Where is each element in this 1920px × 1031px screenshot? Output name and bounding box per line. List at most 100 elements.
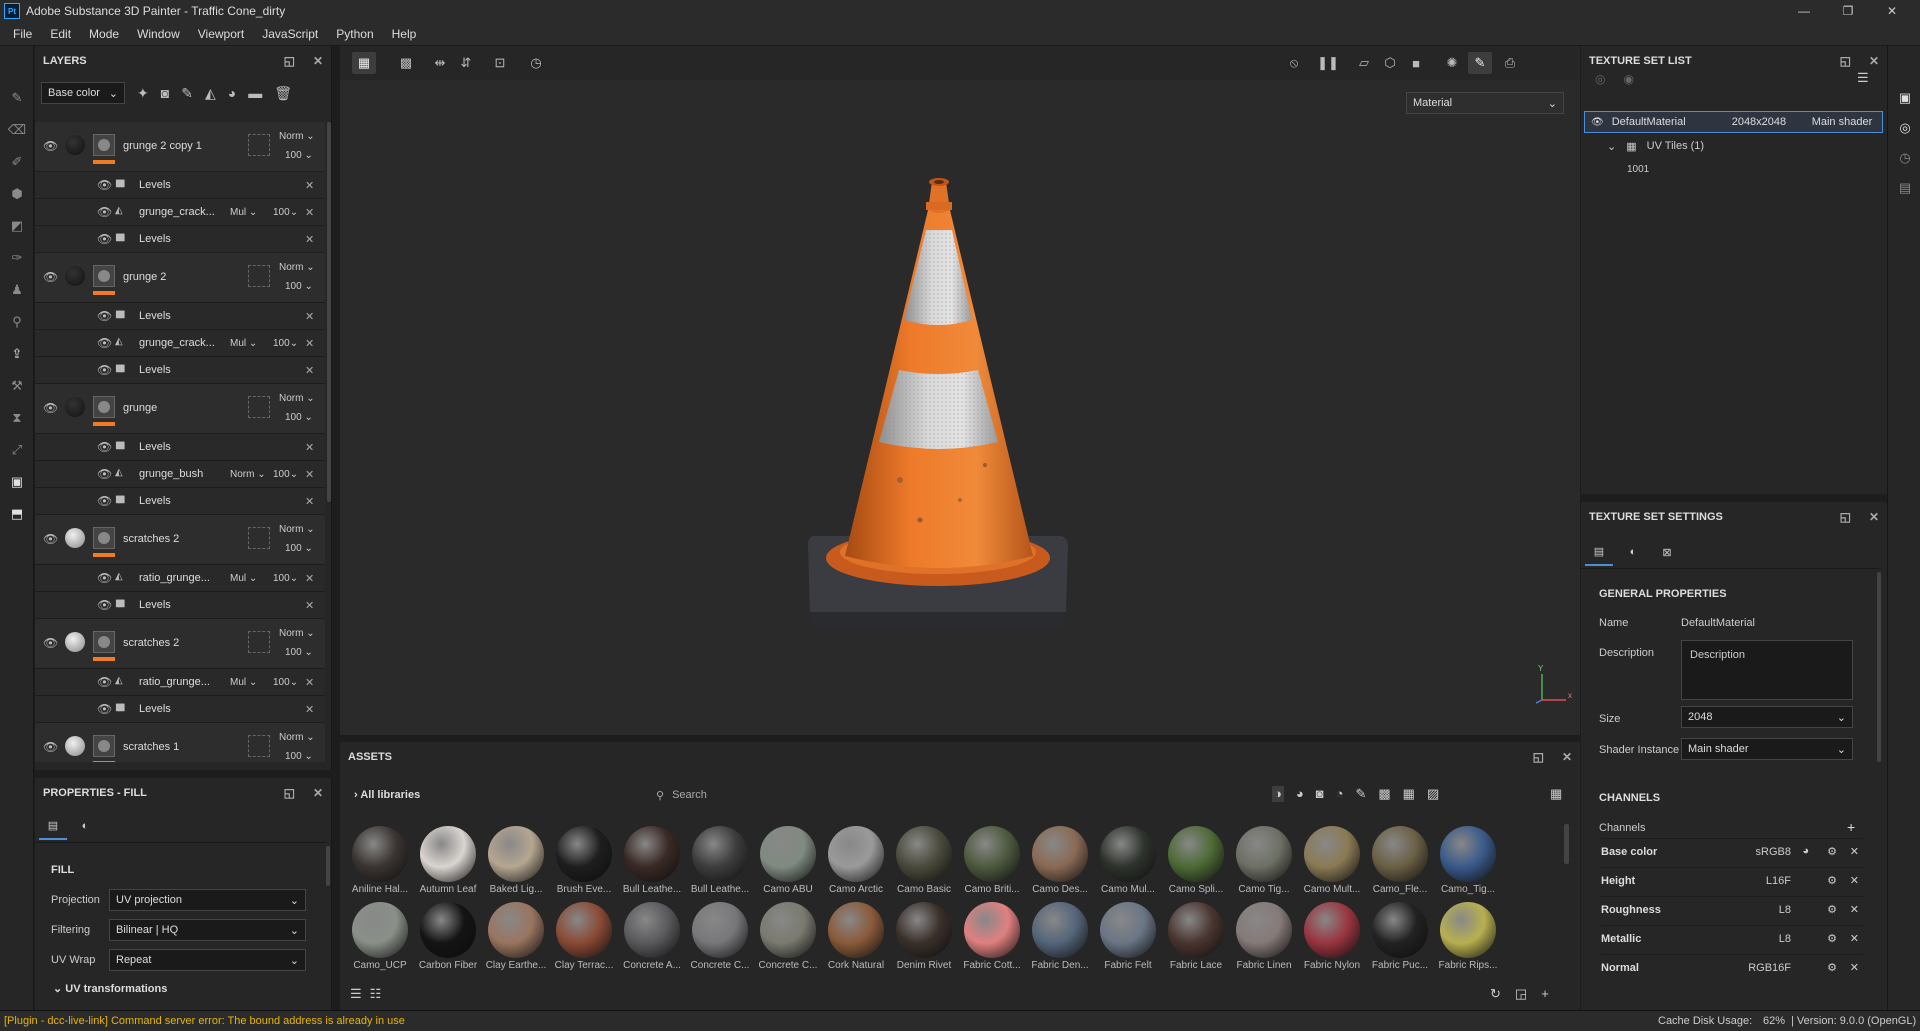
shelf-icon[interactable]: ⬒	[7, 504, 27, 524]
import-icon[interactable]: ◲	[1515, 986, 1527, 1002]
channel-row[interactable]: Metallic L8 ⚙ ✕	[1601, 925, 1863, 953]
layer-sub-row[interactable]: 👁 ▮▮▮ Levels ✕	[35, 226, 325, 253]
viewport-mode-select[interactable]: Material ⌄	[1406, 92, 1564, 114]
asset-thumbnail[interactable]	[1168, 902, 1224, 958]
float-panel-icon[interactable]: ◱	[1533, 750, 1544, 764]
asset-thumbnail[interactable]	[1440, 826, 1496, 882]
size-select[interactable]: 2048 ⌄	[1681, 706, 1853, 728]
layer-sub-row[interactable]: 👁 ▮▮▮ Levels ✕	[35, 172, 325, 199]
add-paint-layer-icon[interactable]: ✎	[181, 85, 193, 102]
visibility-eye-icon[interactable]: 👁	[97, 440, 112, 454]
visibility-eye-icon[interactable]: 👁	[97, 178, 112, 192]
remove-effect-icon[interactable]: ✕	[305, 179, 314, 192]
remove-effect-icon[interactable]: ✕	[305, 676, 314, 689]
effect-name[interactable]: grunge_crack...	[139, 337, 215, 349]
asset-thumbnail[interactable]	[420, 826, 476, 882]
hide-all-icon[interactable]: ◎	[1595, 72, 1605, 86]
minimize-button[interactable]: —	[1782, 0, 1826, 22]
name-value[interactable]: DefaultMaterial	[1681, 617, 1755, 629]
visibility-eye-icon[interactable]: 👁	[43, 139, 58, 153]
asset-thumbnail[interactable]	[556, 902, 612, 958]
layer-sub-row[interactable]: 👁 ▮▮▮ Levels ✕	[35, 488, 325, 515]
effect-name[interactable]: Levels	[139, 310, 171, 322]
frame-icon[interactable]: ⊡	[488, 52, 512, 74]
add-folder-icon[interactable]: ▬	[248, 85, 262, 101]
remove-effect-icon[interactable]: ✕	[305, 468, 314, 481]
fill-tab-icon[interactable]: ▤	[39, 812, 67, 840]
effect-name[interactable]: Levels	[139, 441, 171, 453]
shader-instance-select[interactable]: Main shader ⌄	[1681, 738, 1853, 760]
float-panel-icon[interactable]: ◱	[284, 786, 295, 800]
channel-format[interactable]: L8	[1779, 933, 1791, 945]
grid-view-icon[interactable]: ▦	[1550, 786, 1562, 802]
asset-thumbnail[interactable]	[1304, 902, 1360, 958]
opacity-value[interactable]: 100⌄	[273, 677, 298, 688]
3d-view-icon[interactable]: ⬡	[1378, 52, 1402, 74]
mask-slot[interactable]	[248, 134, 270, 156]
asset-thumbnail[interactable]	[488, 902, 544, 958]
visibility-eye-icon[interactable]: 👁	[97, 494, 112, 508]
tss-scrollbar[interactable]	[1877, 572, 1881, 762]
asset-thumbnail[interactable]	[760, 902, 816, 958]
close-panel-icon[interactable]: ✕	[1869, 54, 1879, 68]
hourglass-icon[interactable]: ⧗	[7, 408, 27, 428]
geometry-fill-icon[interactable]: ⬢	[7, 184, 27, 204]
remove-effect-icon[interactable]: ✕	[305, 310, 314, 323]
channel-format[interactable]: L8	[1779, 904, 1791, 916]
viewport-3d[interactable]: Material ⌄ Y x	[340, 80, 1580, 735]
uv-tab-icon[interactable]: ⊠	[1653, 538, 1681, 566]
channel-format[interactable]: L16F	[1766, 875, 1791, 887]
texture-set-list-icon[interactable]: ▣	[1895, 88, 1915, 108]
visibility-eye-icon[interactable]: 👁	[43, 740, 58, 754]
opacity-value[interactable]: 100⌄	[273, 573, 298, 584]
layer-name[interactable]: scratches 2	[123, 637, 179, 649]
remove-effect-icon[interactable]: ✕	[305, 495, 314, 508]
material-tab-icon[interactable]: ◐	[71, 812, 99, 840]
gear-icon[interactable]: ⚙	[1827, 845, 1837, 858]
mask-slot[interactable]	[248, 265, 270, 287]
gear-icon[interactable]: ⚙	[1827, 961, 1837, 974]
bake-icon[interactable]: ⚒	[7, 376, 27, 396]
asset-thumbnail[interactable]	[1236, 826, 1292, 882]
opacity-value[interactable]: 100 ⌄	[285, 647, 313, 658]
channel-row[interactable]: Height L16F ⚙ ✕	[1601, 867, 1863, 895]
visibility-eye-icon[interactable]: 👁	[97, 205, 112, 219]
add-smart-material-icon[interactable]: ◕	[228, 85, 236, 101]
menu-python[interactable]: Python	[327, 27, 382, 41]
menu-help[interactable]: Help	[383, 27, 426, 41]
visibility-eye-icon[interactable]: 👁	[97, 598, 112, 612]
float-panel-icon[interactable]: ◱	[1840, 54, 1851, 68]
mask-slot[interactable]	[248, 396, 270, 418]
opacity-value[interactable]: 100 ⌄	[285, 543, 313, 554]
blend-mode[interactable]: Norm ⌄	[279, 131, 315, 142]
effect-name[interactable]: Levels	[139, 233, 171, 245]
layer-sub-row[interactable]: 👁 ▮▮▮ Levels ✕	[35, 696, 325, 723]
opacity-value[interactable]: 100 ⌄	[285, 150, 313, 161]
blend-mode[interactable]: Norm ⌄	[279, 393, 315, 404]
asset-thumbnail[interactable]	[828, 902, 884, 958]
close-window-button[interactable]: ✕	[1870, 0, 1914, 22]
mask-slot[interactable]	[248, 735, 270, 757]
channel-select[interactable]: Base color ⌄	[41, 82, 125, 104]
close-panel-icon[interactable]: ✕	[1869, 510, 1879, 524]
mirror-icon[interactable]: ⇵	[454, 52, 478, 74]
remove-channel-icon[interactable]: ✕	[1850, 932, 1859, 945]
add-effect-icon[interactable]: ✦	[137, 85, 149, 102]
maximize-button[interactable]: ❐	[1826, 0, 1870, 22]
asset-thumbnail[interactable]	[896, 826, 952, 882]
layer-sub-row[interactable]: 👁 ▮▮▮ Levels ✕	[35, 434, 325, 461]
layer-row[interactable]: 👁 grunge Norm ⌄ 100 ⌄	[35, 384, 325, 434]
color-profile-icon[interactable]: ◕	[1802, 845, 1809, 857]
description-field[interactable]: Description	[1681, 640, 1853, 700]
paint-mode-icon[interactable]: ✎	[1468, 52, 1492, 74]
close-panel-icon[interactable]: ✕	[313, 54, 323, 68]
visibility-eye-icon[interactable]: 👁	[43, 636, 58, 650]
smart-material-filter-icon[interactable]: ◕	[1296, 786, 1304, 802]
brush-filter-icon[interactable]: ✎	[1355, 786, 1366, 802]
layer-sub-row[interactable]: 👁 ▮▮▮ Levels ✕	[35, 592, 325, 619]
display-settings-icon[interactable]: ▣	[7, 472, 27, 492]
effect-name[interactable]: Levels	[139, 703, 171, 715]
channel-format[interactable]: RGB16F	[1748, 962, 1791, 974]
blend-mode[interactable]: Mul ⌄	[230, 573, 257, 584]
menu-viewport[interactable]: Viewport	[189, 27, 253, 41]
